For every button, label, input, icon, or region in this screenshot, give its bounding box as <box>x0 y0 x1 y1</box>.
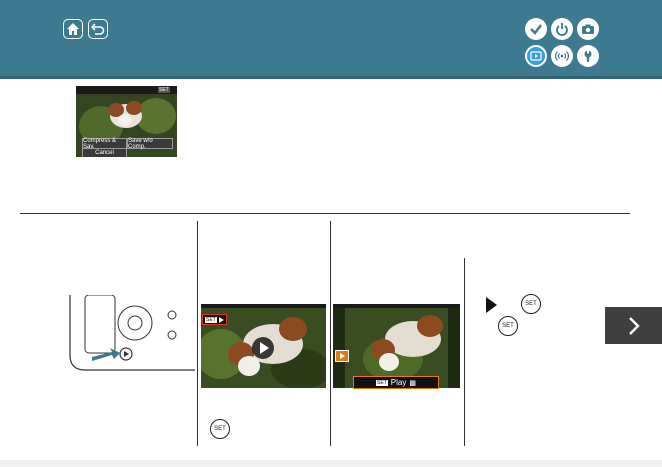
home-button[interactable] <box>63 19 83 39</box>
camera-playback-button-illustration <box>69 295 195 371</box>
power-icon <box>556 23 568 36</box>
save-without-compression-button[interactable]: Save w/o Comp. <box>127 138 173 150</box>
category-playback-button[interactable] <box>525 45 547 67</box>
play-bar-label: Play <box>390 378 407 387</box>
chevron-right-icon <box>628 316 640 335</box>
set-button-label: SET <box>214 426 226 432</box>
column-divider-3 <box>464 258 465 446</box>
camera-icon <box>582 24 594 34</box>
category-power-button[interactable] <box>551 18 573 40</box>
set-button-label-3: SET <box>502 323 514 329</box>
playback-icon <box>530 51 542 61</box>
cancel-button[interactable]: Cancel <box>82 148 127 157</box>
playback-screen-1: SET <box>201 304 326 388</box>
back-icon <box>91 23 105 35</box>
preview-set-badge: SET <box>158 87 170 93</box>
play-bar-set-key: SET <box>376 379 388 386</box>
wrench-icon <box>584 50 592 62</box>
play-option-bar[interactable]: SET Play ▩ <box>353 376 439 389</box>
home-icon <box>67 23 79 35</box>
column-divider-1 <box>197 221 198 446</box>
play-menu-icon[interactable] <box>335 350 349 362</box>
category-wireless-button[interactable] <box>551 45 573 67</box>
set-button-icon-3: SET <box>498 316 518 336</box>
play-triangle-icon <box>339 353 345 359</box>
compress-preview-screen: SET Compress & Sav. Save w/o Comp. Cance… <box>76 86 177 157</box>
next-page-button[interactable] <box>605 307 662 344</box>
set-button-icon-2: SET <box>521 294 541 314</box>
section-divider <box>20 213 630 214</box>
set-button-icon: SET <box>210 419 230 439</box>
movie-icon: ▩ <box>409 379 416 387</box>
set-badge-label: SET <box>205 316 217 323</box>
category-camera-button[interactable] <box>577 18 599 40</box>
category-settings-button[interactable] <box>577 45 599 67</box>
right-arrow-icon <box>486 297 497 313</box>
check-icon <box>530 24 542 35</box>
column-divider-2 <box>330 221 331 446</box>
back-button[interactable] <box>88 19 108 39</box>
category-check-button[interactable] <box>525 18 547 40</box>
set-button-label-2: SET <box>525 301 537 307</box>
bottom-strip <box>0 460 662 467</box>
header-edge <box>0 76 662 79</box>
wireless-icon <box>555 51 569 61</box>
set-play-badge: SET <box>202 314 227 325</box>
play-triangle-icon <box>218 316 224 323</box>
